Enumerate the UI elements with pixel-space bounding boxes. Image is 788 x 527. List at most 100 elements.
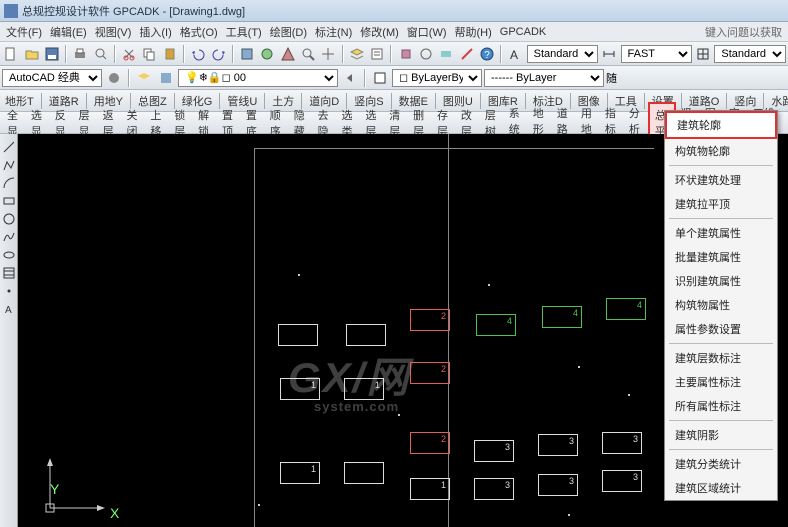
building-rect-13[interactable]: 3 [474, 440, 514, 462]
tool-icon[interactable] [238, 44, 256, 64]
point-3 [578, 366, 580, 368]
point-2 [628, 394, 630, 396]
dropdown-item-19[interactable]: 建筑区域统计 [665, 476, 777, 500]
layer-state-icon[interactable] [156, 68, 176, 88]
dropdown-item-7[interactable]: 批量建筑属性 [665, 245, 777, 269]
building-rect-15[interactable]: 3 [538, 434, 578, 456]
line-icon[interactable] [2, 140, 16, 154]
text-style-combo[interactable]: Standard [527, 45, 599, 63]
building-rect-5[interactable]: 4 [606, 298, 646, 320]
linetype-combo[interactable]: ------ ByLayer [484, 69, 604, 87]
dropdown-item-1[interactable]: 构筑物轮廓 [665, 139, 777, 163]
tool2-icon[interactable] [258, 44, 276, 64]
menu-format[interactable]: 格式(O) [176, 22, 222, 42]
building-rect-12[interactable]: 1 [410, 478, 450, 500]
print-icon[interactable] [71, 44, 89, 64]
ws-settings-icon[interactable] [104, 68, 124, 88]
dim-style-combo[interactable]: FAST [621, 45, 693, 63]
hatch-icon[interactable] [2, 266, 16, 280]
layer-icon[interactable] [348, 44, 366, 64]
tool3-icon[interactable] [279, 44, 297, 64]
building-rect-0[interactable] [278, 324, 318, 346]
menu-file[interactable]: 文件(F) [2, 22, 46, 42]
open-icon[interactable] [22, 44, 40, 64]
building-rect-17[interactable]: 3 [602, 432, 642, 454]
building-rect-6[interactable]: 1 [280, 378, 320, 400]
dropdown-item-10[interactable]: 属性参数设置 [665, 317, 777, 341]
misc3-icon[interactable] [437, 44, 455, 64]
dropdown-item-6[interactable]: 单个建筑属性 [665, 221, 777, 245]
building-rect-8[interactable]: 2 [410, 362, 450, 384]
building-rect-1[interactable] [346, 324, 386, 346]
polyline-icon[interactable] [2, 158, 16, 172]
point-icon[interactable] [2, 284, 16, 298]
dropdown-item-13[interactable]: 主要属性标注 [665, 370, 777, 394]
ellipse-icon[interactable] [2, 248, 16, 262]
pan-icon[interactable] [319, 44, 337, 64]
menu-annotate[interactable]: 标注(N) [311, 22, 356, 42]
layer-combo[interactable]: 💡❄🔒◻ 00 [178, 69, 338, 87]
zoom-icon[interactable] [299, 44, 317, 64]
dropdown-item-12[interactable]: 建筑层数标注 [665, 346, 777, 370]
menu-help[interactable]: 帮助(H) [451, 22, 496, 42]
menu-gpcadk[interactable]: GPCADK [496, 24, 550, 40]
menu-modify[interactable]: 修改(M) [356, 22, 403, 42]
point-5 [568, 514, 570, 516]
preview-icon[interactable] [92, 44, 110, 64]
dropdown-item-18[interactable]: 建筑分类统计 [665, 452, 777, 476]
undo-icon[interactable] [189, 44, 207, 64]
color-combo[interactable]: ◻ ByLayerByLayer [392, 69, 482, 87]
building-rect-7[interactable]: 1 [344, 378, 384, 400]
menu-window[interactable]: 窗口(W) [403, 22, 451, 42]
building-rect-16[interactable]: 3 [538, 474, 578, 496]
text-icon[interactable]: A [2, 302, 16, 316]
cut-icon[interactable] [120, 44, 138, 64]
spline-icon[interactable] [2, 230, 16, 244]
help-hint[interactable]: 键入问题以获取 [705, 24, 786, 40]
building-rect-4[interactable]: 4 [542, 306, 582, 328]
menu-view[interactable]: 视图(V) [91, 22, 136, 42]
color-icon[interactable] [370, 68, 390, 88]
building-rect-2[interactable]: 2 [410, 309, 450, 331]
dropdown-item-9[interactable]: 构筑物属性 [665, 293, 777, 317]
menu-draw[interactable]: 绘图(D) [266, 22, 311, 42]
workspace-combo[interactable]: AutoCAD 经典 [2, 69, 102, 87]
point-0 [298, 274, 300, 276]
dropdown-item-16[interactable]: 建筑阴影 [665, 423, 777, 447]
layer-manager-icon[interactable] [134, 68, 154, 88]
save-icon[interactable] [43, 44, 61, 64]
misc1-icon[interactable] [396, 44, 414, 64]
help-icon[interactable]: ? [478, 44, 496, 64]
table-style-combo[interactable]: Standard [714, 45, 786, 63]
menu-insert[interactable]: 插入(I) [135, 22, 175, 42]
paste-icon[interactable] [161, 44, 179, 64]
misc4-icon[interactable] [458, 44, 476, 64]
dropdown-item-14[interactable]: 所有属性标注 [665, 394, 777, 418]
random-label[interactable]: 随 [606, 70, 617, 86]
arc-icon[interactable] [2, 176, 16, 190]
redo-icon[interactable] [209, 44, 227, 64]
dropdown-item-8[interactable]: 识别建筑属性 [665, 269, 777, 293]
building-rect-14[interactable]: 3 [474, 478, 514, 500]
rect-icon[interactable] [2, 194, 16, 208]
dropdown-item-3[interactable]: 环状建筑处理 [665, 168, 777, 192]
font-icon[interactable]: A [506, 44, 524, 64]
menu-edit[interactable]: 编辑(E) [46, 22, 91, 42]
building-rect-11[interactable]: 2 [410, 432, 450, 454]
layer-prev-icon[interactable] [340, 68, 360, 88]
toolbar-layers: AutoCAD 经典 💡❄🔒◻ 00 ◻ ByLayerByLayer ----… [0, 66, 788, 90]
dim-icon[interactable] [600, 44, 618, 64]
building-rect-18[interactable]: 3 [602, 470, 642, 492]
dropdown-item-4[interactable]: 建筑拉平顶 [665, 192, 777, 216]
table-icon[interactable] [694, 44, 712, 64]
building-rect-3[interactable]: 4 [476, 314, 516, 336]
dropdown-item-0[interactable]: 建筑轮廓 [665, 111, 777, 139]
new-icon[interactable] [2, 44, 20, 64]
copy-icon[interactable] [140, 44, 158, 64]
circle-icon[interactable] [2, 212, 16, 226]
menu-tools[interactable]: 工具(T) [222, 22, 266, 42]
properties-icon[interactable] [368, 44, 386, 64]
building-rect-10[interactable] [344, 462, 384, 484]
building-rect-9[interactable]: 1 [280, 462, 320, 484]
misc2-icon[interactable] [417, 44, 435, 64]
